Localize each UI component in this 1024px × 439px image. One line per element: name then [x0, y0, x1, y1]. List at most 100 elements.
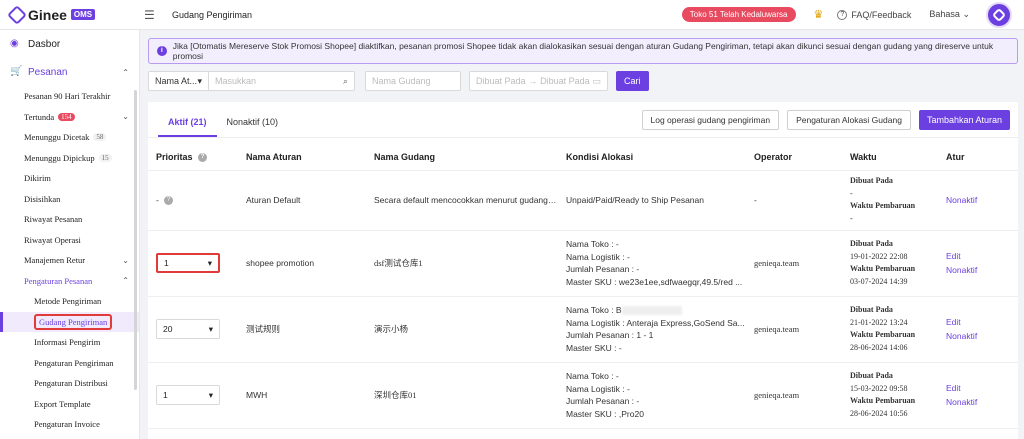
question-icon[interactable]: ?	[198, 152, 208, 162]
sidebar-item-shipping-warehouse[interactable]: Gudang Pengiriman	[0, 311, 139, 332]
edit-link[interactable]: Edit	[946, 249, 1018, 263]
sidebar-item-invoice-settings[interactable]: Pengaturan Invoice	[0, 414, 139, 435]
rule-name-cell: MWH	[238, 362, 366, 429]
updated-label: Waktu Pembaruan	[850, 396, 916, 405]
sidebar-item-label: Riwayat Pesanan	[24, 214, 83, 225]
deactivate-link[interactable]: Nonaktif	[946, 263, 1018, 277]
date-range-picker[interactable]: Dibuat Pada → Dibuat Pada ▭	[469, 71, 608, 91]
sidebar-item-sender-info[interactable]: Informasi Pengirim	[0, 332, 139, 353]
condition-value: 1 - 1	[636, 330, 654, 340]
column-header-actions: Atur	[938, 144, 1018, 171]
chevron-down-icon: ⌄	[122, 112, 129, 122]
condition-value: -	[636, 396, 640, 406]
sidebar-item-order-settings[interactable]: Pengaturan Pesanan ⌃	[0, 271, 139, 292]
sidebar-item-orders-90-days[interactable]: Pesanan 90 Hari Terakhir	[0, 86, 139, 107]
condition-cell: Nama Toko : B Nama Logistik : Anteraja E…	[558, 296, 746, 363]
sidebar-item-returns[interactable]: Manajemen Retur ⌄	[0, 250, 139, 271]
sidebar-item-shipping-settings[interactable]: Pengaturan Pengiriman	[0, 353, 139, 374]
sidebar-item-operation-history[interactable]: Riwayat Operasi	[0, 230, 139, 251]
operation-log-button[interactable]: Log operasi gudang pengiriman	[641, 110, 780, 130]
logo[interactable]: Ginee OMS	[0, 4, 140, 25]
menu-toggle-icon[interactable]: ☰	[144, 8, 164, 22]
sidebar: ◉ Dasbor 🛒 Pesanan ⌃ Pesanan 90 Hari Ter…	[0, 30, 140, 439]
updated-value: -	[850, 213, 853, 223]
created-label: Dibuat Pada	[850, 239, 893, 248]
chevron-down-icon: ⌄	[962, 9, 970, 19]
expired-shops-badge[interactable]: Toko 51 Telah Kedaluwarsa	[681, 7, 796, 22]
sidebar-item-label: Manajemen Retur	[24, 255, 86, 266]
sidebar-item-label: Pengaturan Pesanan	[24, 275, 93, 286]
condition-sku: Master SKU : -	[566, 342, 746, 355]
sidebar-item-shipped[interactable]: Dikirim	[0, 168, 139, 189]
updated-label: Waktu Pembaruan	[850, 264, 916, 273]
sidebar-item-label: Tertunda	[24, 111, 55, 122]
language-selector[interactable]: Bahasa ⌄	[929, 9, 970, 20]
chevron-up-icon: ⌃	[122, 67, 129, 77]
condition-cell: Nama Toko : - Nama Logistik : - Jumlah P…	[558, 230, 746, 297]
sidebar-item-order-history[interactable]: Riwayat Pesanan	[0, 209, 139, 230]
column-header-condition: Kondisi Alokasi	[558, 144, 746, 171]
condition-value: -	[636, 264, 640, 274]
filter-bar: Nama At... ▾ Masukkan ⌕ Nama Gudang Dibu…	[148, 70, 1018, 92]
condition-value: ,Pro20	[618, 408, 644, 419]
chevron-down-icon: ⌄	[122, 255, 129, 265]
priority-select[interactable]: 1 ▾	[156, 253, 220, 273]
allocation-settings-button[interactable]: Pengaturan Alokasi Gudang	[787, 110, 911, 130]
priority-value: 1	[164, 258, 169, 268]
actions-cell: Edit Nonaktif	[938, 296, 1018, 363]
tab-active[interactable]: Aktif (21)	[158, 117, 217, 137]
sidebar-scrollbar[interactable]	[134, 90, 137, 390]
updated-label: Waktu Pembaruan	[850, 330, 916, 339]
tab-inactive[interactable]: Nonaktif (10)	[217, 117, 289, 137]
operator-cell: genieqa.team	[746, 296, 842, 363]
priority-select[interactable]: 20 ▾	[156, 319, 220, 339]
warehouse-name-input[interactable]: Nama Gudang	[365, 71, 461, 91]
sidebar-item-pending[interactable]: Tertunda 154 ⌄	[0, 107, 139, 128]
priority-value: -	[156, 194, 159, 205]
warehouse-cell: Secara default mencocokkan menurut gudan…	[366, 170, 558, 231]
cart-icon: 🛒	[10, 66, 23, 77]
faq-link[interactable]: ? FAQ/Feedback	[837, 9, 911, 20]
column-header-label: Prioritas	[156, 151, 193, 162]
edit-link[interactable]: Edit	[946, 381, 1018, 395]
crown-icon[interactable]: ♛	[814, 8, 824, 21]
sidebar-item-awaiting-pickup[interactable]: Menunggu Dipickup 15	[0, 148, 139, 169]
count-badge: 154	[58, 112, 75, 121]
question-icon[interactable]: ?	[164, 196, 174, 206]
search-input[interactable]: Masukkan ⌕	[209, 72, 354, 90]
condition-label: Nama Logistik :	[566, 383, 627, 394]
priority-select[interactable]: 1 ▾	[156, 385, 220, 405]
condition-logistic: Nama Logistik : -	[566, 251, 746, 264]
sidebar-item-orders[interactable]: 🛒 Pesanan ⌃	[0, 58, 139, 86]
deactivate-link[interactable]: Nonaktif	[946, 193, 1018, 207]
condition-label: Master SKU :	[566, 408, 619, 419]
search-type-select[interactable]: Nama At... ▾	[149, 72, 209, 90]
avatar[interactable]	[986, 1, 1012, 28]
condition-cell: Unpaid/Paid/Ready to Ship Pesanan	[558, 170, 746, 231]
page-title: Gudang Pengiriman	[172, 9, 253, 20]
caret-down-icon: ▾	[207, 257, 212, 268]
add-rule-button[interactable]: Tambahkan Aturan	[918, 110, 1010, 130]
condition-value: -	[615, 371, 619, 381]
condition-shop: Nama Toko : B	[566, 304, 746, 317]
deactivate-link[interactable]: Nonaktif	[946, 329, 1018, 343]
time-cell: Dibuat Pada - Waktu Pembaruan -	[842, 170, 938, 231]
priority-cell: - ?	[148, 170, 238, 231]
time-cell: Dibuat Pada 19-01-2022 22:08 Waktu Pemba…	[842, 230, 938, 297]
search-icon[interactable]: ⌕	[343, 76, 348, 87]
date-from-placeholder: Dibuat Pada	[476, 76, 526, 86]
search-group: Nama At... ▾ Masukkan ⌕	[148, 71, 355, 91]
sidebar-item-awaiting-print[interactable]: Menunggu Dicetak 58	[0, 127, 139, 148]
sidebar-item-export-template[interactable]: Export Template	[0, 394, 139, 415]
chevron-up-icon: ⌃	[122, 276, 129, 286]
top-bar: Ginee OMS ☰ Gudang Pengiriman Toko 51 Te…	[0, 0, 1024, 30]
sidebar-item-dashboard[interactable]: ◉ Dasbor	[0, 30, 139, 58]
deactivate-link[interactable]: Nonaktif	[946, 395, 1018, 409]
sidebar-item-shipping-methods[interactable]: Metode Pengiriman	[0, 291, 139, 312]
edit-link[interactable]: Edit	[946, 315, 1018, 329]
sidebar-item-set-aside[interactable]: Disisihkan	[0, 189, 139, 210]
search-button[interactable]: Cari	[616, 71, 649, 91]
sidebar-item-label: Export Template	[34, 398, 91, 409]
sidebar-item-distribution-settings[interactable]: Pengaturan Distribusi	[0, 373, 139, 394]
caret-down-icon: ▾	[197, 75, 202, 86]
